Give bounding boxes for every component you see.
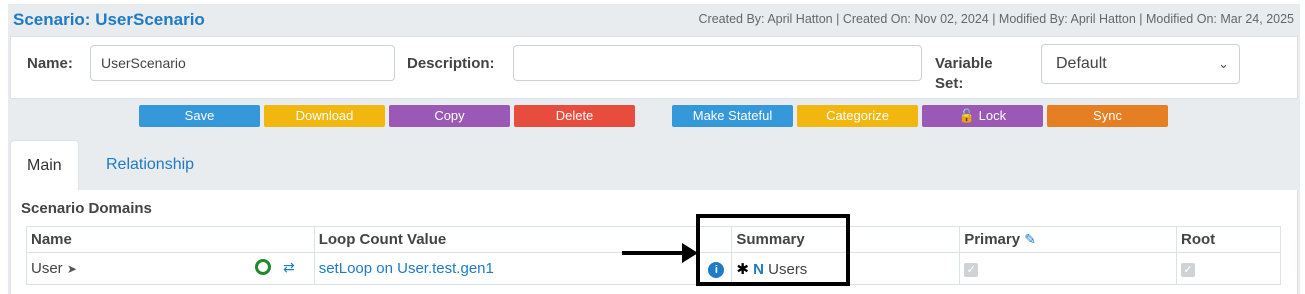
save-button[interactable]: Save <box>139 105 260 127</box>
tab-bar: Main Relationship <box>10 140 1298 190</box>
tag-icon: ➤ <box>66 262 77 276</box>
variable-set-value: Default <box>1056 55 1107 72</box>
lifebuoy-icon[interactable] <box>255 259 271 275</box>
variable-set-select[interactable]: Default ⌄ <box>1041 44 1240 84</box>
cell-root: ✓ <box>1176 252 1281 285</box>
loop-icon[interactable]: ⇄ <box>283 259 295 276</box>
annotation-arrow <box>622 251 686 255</box>
make-stateful-button[interactable]: Make Stateful <box>672 105 793 127</box>
col-header-root: Root <box>1176 226 1281 253</box>
lock-icon: 🔓 <box>958 108 976 123</box>
section-title: Scenario Domains <box>21 200 152 217</box>
domain-name: User <box>31 260 63 277</box>
action-toolbar: Save Download Copy Delete Make Stateful … <box>10 99 1298 133</box>
table-header-row: Name Loop Count Value Summary Primary ✎ … <box>26 226 1281 253</box>
table-row: User ➤ ⇄ setLoop on User.test.gen1 i ✱ N… <box>26 252 1281 285</box>
variable-set-label-line1: Variable <box>935 55 993 72</box>
name-label: Name: <box>27 55 73 72</box>
col-header-primary-label: Primary <box>964 231 1021 248</box>
variable-set-label-line2: Set: <box>935 75 964 92</box>
form-panel: Name: UserScenario Description: Variable… <box>10 36 1298 99</box>
edit-icon[interactable]: ✎ <box>1024 231 1036 247</box>
loop-count-link[interactable]: setLoop on User.test.gen1 <box>319 260 494 277</box>
title-name: UserScenario <box>95 10 205 29</box>
delete-button[interactable]: Delete <box>514 105 635 127</box>
description-label: Description: <box>407 55 495 72</box>
col-header-primary: Primary ✎ <box>959 226 1178 253</box>
cell-primary: ✓ <box>959 252 1178 285</box>
col-header-name: Name <box>26 226 315 253</box>
variable-set-label: Variable Set: <box>935 54 993 94</box>
lock-label: Lock <box>978 108 1007 123</box>
primary-checkbox[interactable]: ✓ <box>964 263 979 277</box>
tab-main[interactable]: Main <box>10 140 79 190</box>
col-header-loop-count: Loop Count Value <box>313 226 699 253</box>
copy-button[interactable]: Copy <box>389 105 510 127</box>
download-button[interactable]: Download <box>264 105 385 127</box>
sync-button[interactable]: Sync <box>1047 105 1168 127</box>
main-content: Scenario Domains Name Loop Count Value S… <box>10 190 1298 294</box>
audit-info: Created By: April Hatton | Created On: N… <box>698 12 1294 26</box>
cell-loop-count: setLoop on User.test.gen1 <box>313 252 699 285</box>
description-input[interactable] <box>513 45 922 81</box>
categorize-button[interactable]: Categorize <box>797 105 918 127</box>
domains-table: Name Loop Count Value Summary Primary ✎ … <box>26 226 1281 285</box>
lock-button[interactable]: 🔓 Lock <box>922 105 1043 127</box>
chevron-down-icon: ⌄ <box>1218 56 1229 71</box>
annotation-highlight-box <box>696 214 850 286</box>
page-title: Scenario: UserScenario <box>13 10 205 30</box>
root-checkbox[interactable]: ✓ <box>1181 263 1196 277</box>
title-prefix: Scenario: <box>13 10 96 29</box>
tab-relationship[interactable]: Relationship <box>90 140 210 190</box>
title-bar: Scenario: UserScenario Created By: April… <box>8 4 1300 36</box>
name-input[interactable]: UserScenario <box>90 45 395 81</box>
cell-name: User ➤ ⇄ <box>26 252 315 285</box>
